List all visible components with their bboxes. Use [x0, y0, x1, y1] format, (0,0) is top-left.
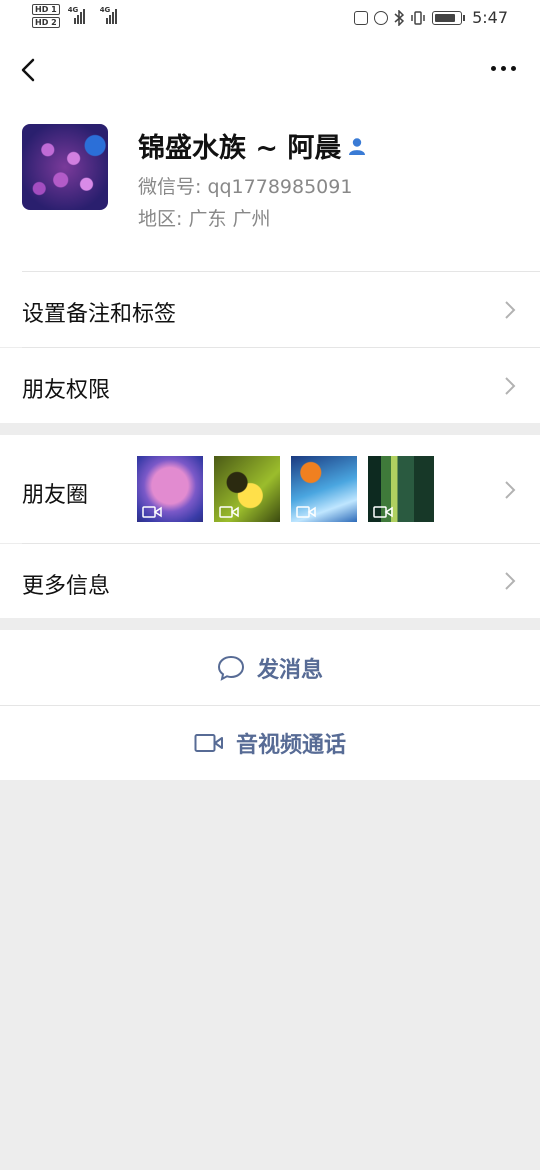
status-left: HD 1 HD 2 4G 4G	[32, 4, 124, 28]
network-type-2: 4G	[99, 6, 111, 14]
network-type-1: 4G	[67, 6, 79, 14]
moment-thumbnail[interactable]	[291, 456, 357, 522]
profile-header: 锦盛水族 ~ 阿晨 微信号: qq1778985091 地区: 广东 广州	[0, 100, 540, 272]
video-icon	[296, 506, 316, 518]
more-info-row[interactable]: 更多信息	[0, 544, 540, 618]
chevron-right-icon	[505, 377, 516, 395]
friend-permissions-row[interactable]: 朋友权限	[0, 348, 540, 423]
clock: 5:47	[472, 8, 508, 27]
contact-name: 锦盛水族 ~ 阿晨	[138, 133, 342, 164]
video-icon	[373, 506, 393, 518]
battery-icon	[432, 10, 466, 25]
remark-tags-row[interactable]: 设置备注和标签	[0, 272, 540, 348]
wechat-id: 微信号: qq1778985091	[138, 176, 353, 198]
nav-bar	[0, 40, 540, 100]
audio-video-call-button[interactable]: 音视频通话	[0, 706, 540, 780]
moments-row[interactable]: 朋友圈	[0, 435, 540, 544]
alarm-icon	[374, 10, 389, 25]
bluetooth-icon	[394, 9, 405, 26]
status-bar: HD 1 HD 2 4G 4G 5:47	[0, 0, 540, 40]
ellipsis-icon[interactable]	[491, 66, 516, 71]
nfc-icon	[354, 10, 369, 25]
moment-thumbnail[interactable]	[214, 456, 280, 522]
chat-bubble-icon	[217, 655, 244, 681]
moment-thumbnail[interactable]	[368, 456, 434, 522]
hd1-badge: HD 1	[32, 4, 60, 15]
chevron-left-icon[interactable]	[18, 56, 40, 84]
status-right: 5:47	[354, 8, 508, 27]
video-icon	[142, 506, 162, 518]
more-info-label: 更多信息	[22, 574, 111, 599]
contact-person-icon	[349, 137, 366, 155]
moments-thumbnails	[137, 456, 434, 522]
video-icon	[219, 506, 239, 518]
signal-icon: 4G	[100, 4, 124, 24]
friend-permissions-label: 朋友权限	[22, 378, 111, 403]
video-call-icon	[194, 734, 223, 752]
chevron-right-icon	[505, 572, 516, 590]
avatar[interactable]	[22, 124, 108, 210]
send-message-label: 发消息	[256, 657, 323, 683]
remark-tags-label: 设置备注和标签	[22, 302, 177, 327]
vibrate-icon	[411, 10, 425, 25]
signal-icon: 4G	[68, 4, 92, 24]
send-message-button[interactable]: 发消息	[0, 630, 540, 706]
hd2-badge: HD 2	[32, 17, 60, 28]
contact-name-line: 锦盛水族 ~ 阿晨	[138, 126, 367, 165]
audio-video-call-label: 音视频通话	[235, 733, 346, 758]
contact-profile-page: HD 1 HD 2 4G 4G 5:47 锦盛水族 ~ 阿晨 微信号: qq17…	[0, 0, 540, 1170]
region: 地区: 广东 广州	[138, 208, 271, 230]
chevron-right-icon	[505, 301, 516, 319]
moments-label: 朋友圈	[22, 483, 89, 508]
chevron-right-icon	[505, 481, 516, 499]
moment-thumbnail[interactable]	[137, 456, 203, 522]
